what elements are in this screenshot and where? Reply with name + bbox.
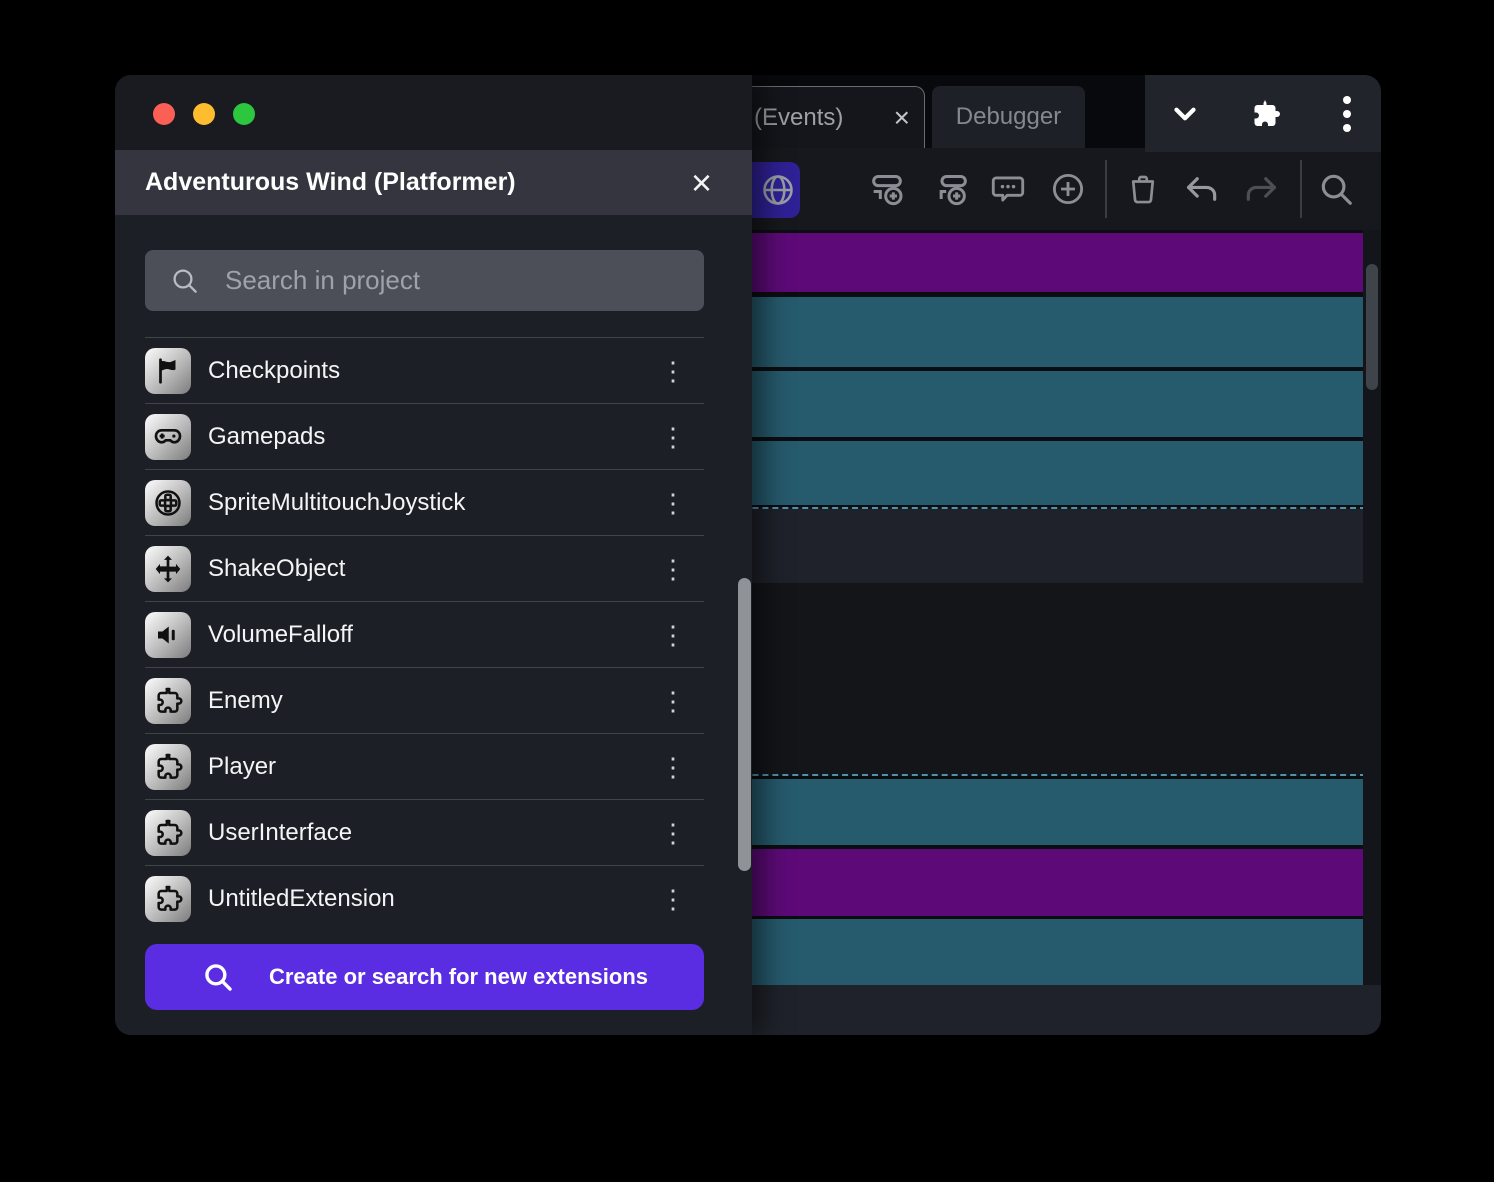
chevron-down-icon[interactable]: [1155, 84, 1215, 144]
dialog-header: Adventurous Wind (Platformer) ×: [115, 150, 752, 215]
item-kebab-icon[interactable]: ⋮: [658, 668, 688, 734]
extensions-dialog: Adventurous Wind (Platformer) × Search i…: [115, 75, 752, 1035]
puzzle-icon: [145, 678, 191, 724]
dialog-close-icon[interactable]: ×: [691, 164, 712, 201]
list-item[interactable]: VolumeFalloff ⋮: [115, 602, 752, 668]
undo-icon[interactable]: [1183, 170, 1221, 208]
tab-events[interactable]: (Events) ×: [735, 86, 925, 148]
tab-overflow-slab: [1145, 75, 1381, 152]
puzzle-icon: [145, 876, 191, 922]
list-item[interactable]: SpriteMultitouchJoystick ⋮: [115, 470, 752, 536]
flag-icon: [145, 348, 191, 394]
traffic-light-minimize-button[interactable]: [193, 103, 215, 125]
tab-debugger[interactable]: Debugger: [932, 86, 1085, 148]
list-item-label: Player: [208, 753, 277, 780]
list-item[interactable]: Checkpoints ⋮: [115, 338, 752, 404]
events-scrollbar-thumb[interactable]: [1366, 264, 1378, 390]
item-kebab-icon[interactable]: ⋮: [658, 404, 688, 470]
list-item-label: ShakeObject: [208, 555, 346, 582]
add-event-icon[interactable]: [867, 169, 907, 209]
window-titlebar: [115, 75, 752, 150]
list-item[interactable]: Enemy ⋮: [115, 668, 752, 734]
list-item-label: Checkpoints: [208, 357, 341, 384]
list-item-label: Gamepads: [208, 423, 326, 450]
list-item-label: Enemy: [208, 687, 283, 714]
traffic-light-close-button[interactable]: [153, 103, 175, 125]
create-extension-button-label: Create or search for new extensions: [268, 964, 649, 989]
item-kebab-icon[interactable]: ⋮: [658, 338, 688, 404]
add-comment-icon[interactable]: [989, 170, 1027, 208]
list-item[interactable]: ShakeObject ⋮: [115, 536, 752, 602]
joystick-icon: [145, 480, 191, 526]
item-kebab-icon[interactable]: ⋮: [658, 866, 688, 932]
tab-debugger-label: Debugger: [955, 103, 1062, 130]
list-item[interactable]: UserInterface ⋮: [115, 800, 752, 866]
item-kebab-icon[interactable]: ⋮: [658, 734, 688, 800]
toolbar-divider: [1105, 160, 1107, 218]
list-item-label: UntitledExtension: [208, 885, 395, 912]
list-item-label: VolumeFalloff: [208, 621, 353, 648]
list-item-label: SpriteMultitouchJoystick: [208, 489, 466, 516]
dialog-title: Adventurous Wind (Platformer): [145, 168, 516, 196]
tab-close-icon[interactable]: ×: [894, 103, 910, 132]
search-icon: [173, 268, 197, 293]
list-item[interactable]: Player ⋮: [115, 734, 752, 800]
item-kebab-icon[interactable]: ⋮: [658, 800, 688, 866]
speaker-icon: [145, 612, 191, 658]
move-arrows-icon: [145, 546, 191, 592]
search-events-icon[interactable]: [1317, 170, 1355, 208]
app-window: (Events) × Debugger Adventurous Wind (Pl…: [115, 75, 1381, 1035]
list-item[interactable]: UntitledExtension ⋮: [115, 866, 752, 932]
traffic-light-zoom-button[interactable]: [233, 103, 255, 125]
list-item-label: UserInterface: [208, 819, 353, 846]
delete-trash-icon[interactable]: [1125, 171, 1161, 207]
gamepad-icon: [145, 414, 191, 460]
search-icon: [205, 964, 232, 991]
puzzle-icon: [145, 744, 191, 790]
list-item[interactable]: Gamepads ⋮: [115, 404, 752, 470]
puzzle-icon: [145, 810, 191, 856]
toolbar-divider: [1300, 160, 1302, 218]
dialog-scrollbar-thumb[interactable]: [738, 578, 751, 871]
add-circle-icon[interactable]: [1049, 170, 1087, 208]
tab-events-label: (Events): [754, 103, 844, 131]
more-menu-kebab-icon[interactable]: [1317, 84, 1377, 144]
add-sub-event-icon[interactable]: [932, 169, 972, 209]
item-kebab-icon[interactable]: ⋮: [658, 602, 688, 668]
search-input[interactable]: Search in project: [145, 250, 704, 311]
search-placeholder: Search in project: [225, 265, 421, 295]
extensions-puzzle-icon[interactable]: [1235, 84, 1295, 144]
create-extension-button[interactable]: Create or search for new extensions: [145, 944, 704, 1010]
redo-icon[interactable]: [1242, 170, 1280, 208]
item-kebab-icon[interactable]: ⋮: [658, 536, 688, 602]
item-kebab-icon[interactable]: ⋮: [658, 470, 688, 536]
